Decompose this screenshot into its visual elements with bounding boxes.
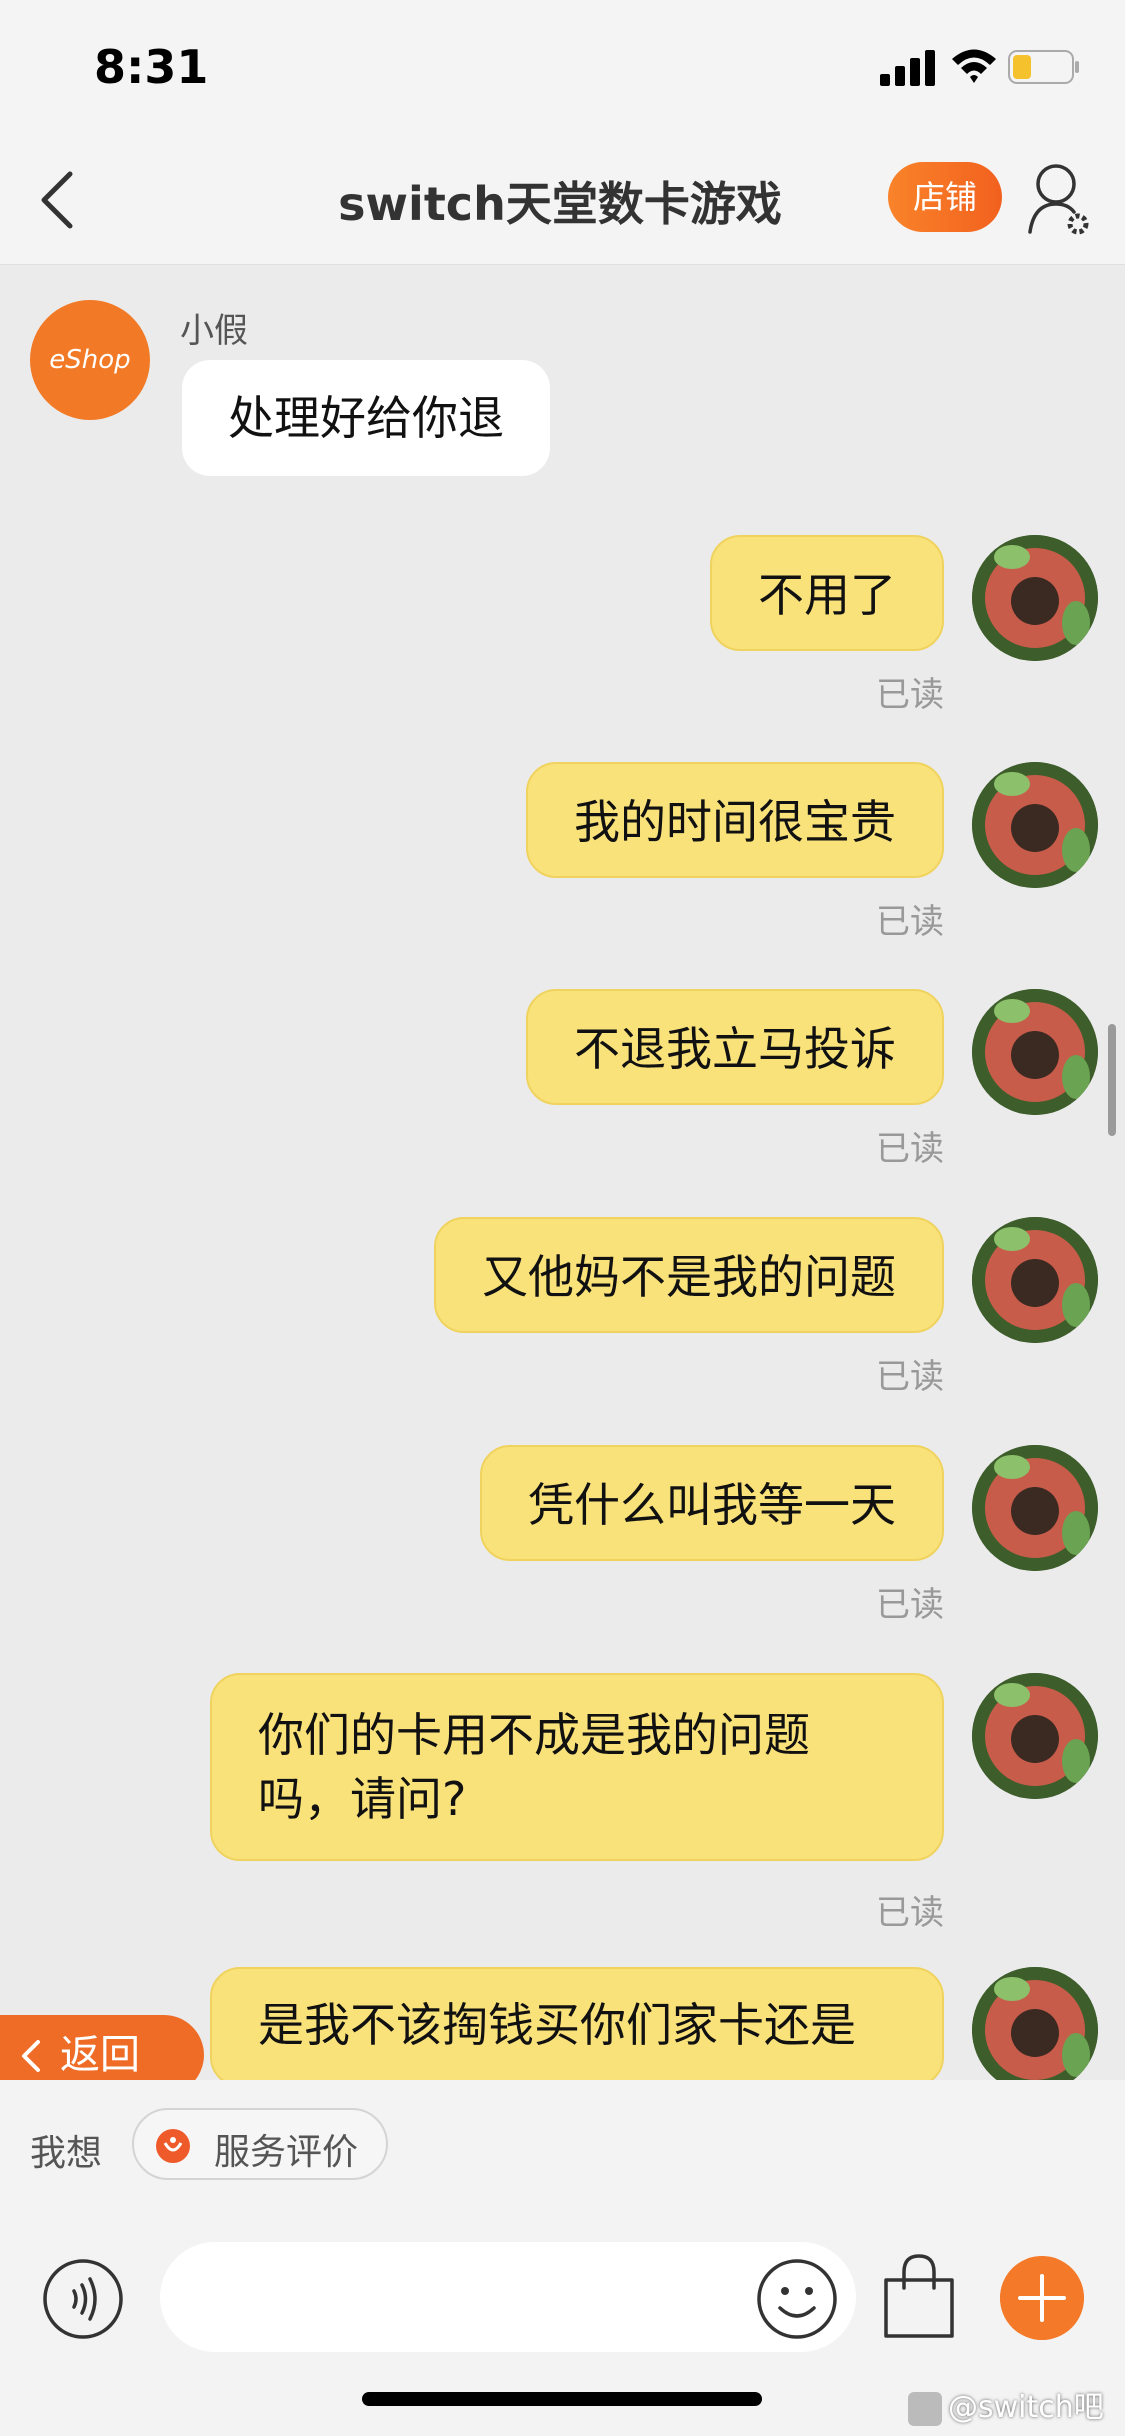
user-avatar[interactable] — [972, 1673, 1098, 1799]
user-avatar[interactable] — [972, 1217, 1098, 1343]
chevron-left-icon — [22, 2040, 40, 2072]
quick-action-bar: 我想 服务评价 — [0, 2080, 1125, 2210]
outgoing-message-bubble[interactable]: 是我不该掏钱买你们家卡还是 — [210, 1967, 944, 2080]
service-rating-label: 服务评价 — [214, 2132, 359, 2173]
outgoing-message-bubble[interactable]: 我的时间很宝贵 — [526, 762, 944, 878]
sender-name: 小假 — [180, 311, 248, 351]
home-indicator[interactable] — [362, 2392, 762, 2406]
battery-icon — [1008, 50, 1079, 84]
shop-avatar[interactable]: eShop — [30, 300, 150, 420]
outgoing-message-bubble[interactable]: 你们的卡用不成是我的问题吗，请问? — [210, 1673, 944, 1861]
read-status: 已读 — [876, 902, 944, 942]
outgoing-message-bubble[interactable]: 凭什么叫我等一天 — [480, 1445, 944, 1561]
user-avatar[interactable] — [972, 1445, 1098, 1571]
read-status: 已读 — [876, 1357, 944, 1397]
read-status: 已读 — [876, 1585, 944, 1625]
incoming-message-bubble[interactable]: 处理好给你退 — [182, 360, 550, 476]
watermark: @switch吧 — [908, 2382, 1104, 2426]
user-avatar[interactable] — [972, 989, 1098, 1115]
read-status: 已读 — [876, 675, 944, 715]
service-rating-chip[interactable]: 服务评价 — [132, 2108, 388, 2180]
navigation-bar: switch天堂数卡游戏 店铺 — [0, 130, 1125, 265]
return-label: 返回 — [60, 2032, 140, 2078]
message-input[interactable] — [160, 2242, 856, 2352]
watermark-logo-icon — [908, 2391, 942, 2426]
back-chevron-icon[interactable] — [36, 170, 80, 230]
outgoing-message-bubble[interactable]: 又他妈不是我的问题 — [434, 1217, 944, 1333]
watermark-text: @switch吧 — [948, 2390, 1104, 2425]
store-button[interactable]: 店铺 — [888, 162, 1002, 232]
status-bar: 8:31 — [0, 0, 1125, 130]
chat-area[interactable]: eShop 小假 处理好给你退 不用了 已读 我的时间很宝贵 已读 不退我立马投… — [0, 265, 1125, 2080]
user-avatar[interactable] — [972, 535, 1098, 661]
quick-action-label: 我想 — [30, 2133, 103, 2174]
shopping-bag-icon[interactable] — [880, 2252, 958, 2342]
cellular-signal-icon — [880, 50, 935, 86]
scrollbar[interactable] — [1108, 1024, 1116, 1136]
outgoing-message-bubble[interactable]: 不退我立马投诉 — [526, 989, 944, 1105]
read-status: 已读 — [876, 1129, 944, 1169]
user-avatar[interactable] — [972, 762, 1098, 888]
read-status: 已读 — [876, 1893, 944, 1933]
wifi-icon — [952, 49, 996, 83]
page-title: switch天堂数卡游戏 — [338, 177, 782, 231]
status-time: 8:31 — [94, 40, 209, 94]
plus-icon[interactable] — [1000, 2256, 1084, 2340]
rating-icon — [156, 2129, 190, 2163]
outgoing-message-bubble[interactable]: 不用了 — [710, 535, 944, 651]
voice-input-icon[interactable] — [42, 2258, 124, 2340]
user-settings-icon[interactable] — [1028, 160, 1092, 236]
emoji-icon[interactable] — [756, 2258, 838, 2340]
user-avatar[interactable] — [972, 1967, 1098, 2080]
